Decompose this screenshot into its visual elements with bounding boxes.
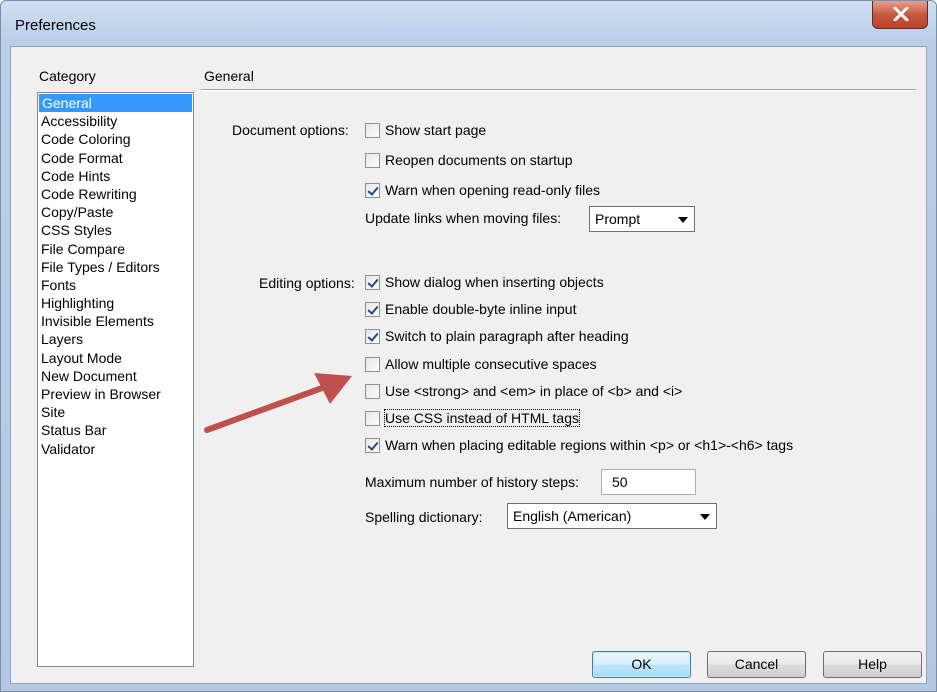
annotation-arrow [204,373,352,433]
